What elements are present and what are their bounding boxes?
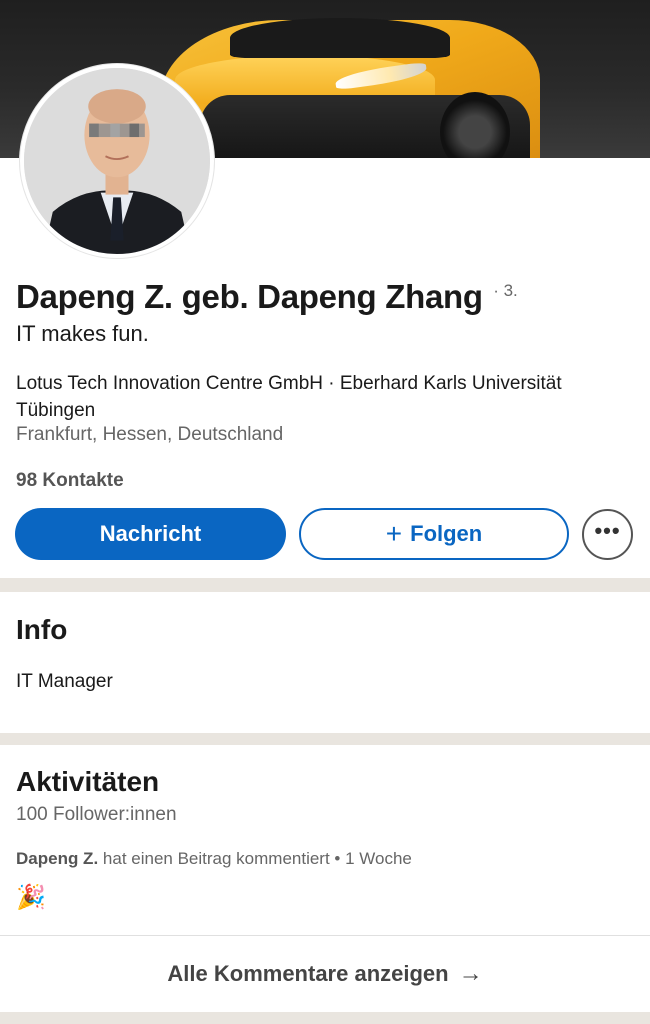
activity-actor: Dapeng Z. bbox=[16, 849, 99, 868]
profile-organizations[interactable]: Lotus Tech Innovation Centre GmbH · Eber… bbox=[16, 370, 616, 424]
followers-count[interactable]: 100 Follower:innen bbox=[16, 804, 177, 826]
follow-button-label: Folgen bbox=[410, 521, 483, 546]
activity-item-header[interactable]: Dapeng Z. hat einen Beitrag kommentiert … bbox=[16, 849, 412, 869]
profile-connections[interactable]: 98 Kontakte bbox=[16, 470, 124, 492]
profile-name: Dapeng Z. geb. Dapeng Zhang bbox=[16, 278, 483, 315]
show-all-comments-label: Alle Kommentare anzeigen bbox=[167, 961, 449, 986]
banner-car-windshield bbox=[230, 18, 450, 58]
show-all-comments-button[interactable]: Alle Kommentare anzeigen → bbox=[0, 936, 650, 1012]
info-section: Info IT Manager bbox=[0, 592, 650, 733]
message-button[interactable]: Nachricht bbox=[15, 508, 286, 560]
profile-name-row: Dapeng Z. geb. Dapeng Zhang · 3. bbox=[16, 278, 518, 316]
profile-avatar[interactable] bbox=[20, 64, 214, 258]
info-text: IT Manager bbox=[16, 671, 113, 692]
more-options-button[interactable]: ••• bbox=[582, 509, 633, 560]
plus-icon: + bbox=[385, 518, 403, 549]
more-dots-icon: ••• bbox=[594, 517, 621, 543]
activity-title: Aktivitäten bbox=[16, 766, 160, 797]
profile-card: Dapeng Z. geb. Dapeng Zhang · 3. IT make… bbox=[0, 0, 650, 578]
profile-location: Frankfurt, Hessen, Deutschland bbox=[16, 424, 284, 445]
follow-button[interactable]: + Folgen bbox=[299, 508, 569, 560]
activity-description: hat einen Beitrag kommentiert • 1 Woche bbox=[102, 849, 412, 868]
connection-degree: · 3. bbox=[493, 281, 518, 300]
profile-headline: IT makes fun. bbox=[16, 321, 149, 346]
arrow-right-icon: → bbox=[458, 960, 483, 987]
party-popper-icon: 🎉 bbox=[16, 884, 46, 911]
info-title: Info bbox=[16, 614, 68, 645]
avatar-portrait bbox=[24, 68, 210, 254]
message-button-label: Nachricht bbox=[99, 521, 202, 546]
activity-section: Aktivitäten 100 Follower:innen Dapeng Z.… bbox=[0, 745, 650, 1012]
